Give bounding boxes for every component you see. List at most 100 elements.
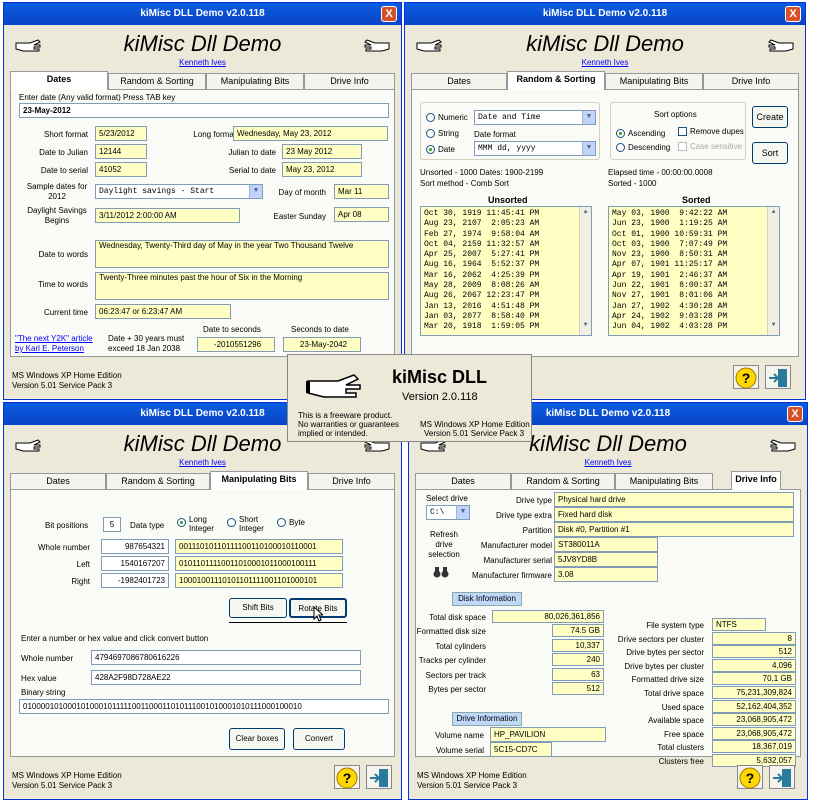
disk-info-header: Disk Information <box>452 592 522 606</box>
tab-dates[interactable]: Dates <box>415 473 511 489</box>
list-item[interactable]: Nov 27, 1901 8:01:06 AM <box>612 291 779 301</box>
disk-info-label: Formatted disk size <box>416 627 486 637</box>
list-item[interactable]: Oct 01, 1900 10:59:31 PM <box>612 230 779 240</box>
list-item[interactable]: Oct 30, 1919 11:45:41 PM <box>424 209 591 219</box>
tab-drive-info[interactable]: Drive Info <box>308 473 395 489</box>
tab-manipulating-bits[interactable]: Manipulating Bits <box>206 73 304 89</box>
type-select[interactable]: Date and Time ▼ <box>474 110 596 125</box>
list-item[interactable]: Mar 16, 2062 4:25:39 PM <box>424 271 591 281</box>
shift-bits-button[interactable]: Shift Bits <box>229 598 287 618</box>
file-system-value: NTFS <box>712 618 766 631</box>
exit-button[interactable] <box>769 765 795 789</box>
chevron-down-icon[interactable]: ▼ <box>249 185 262 198</box>
tab-drive-info[interactable]: Drive Info <box>731 471 781 490</box>
tab-manipulating-bits[interactable]: Manipulating Bits <box>210 471 308 490</box>
whole-number-2-input[interactable]: 4794697086780616226 <box>91 650 361 665</box>
peterson-link[interactable]: by Karl E. Peterson <box>15 344 84 353</box>
sample-dates-label: Sample dates for 2012 <box>26 182 88 201</box>
case-sensitive-checkbox[interactable] <box>678 142 687 151</box>
manufacturer-firmware-value: 3.08 <box>554 567 658 582</box>
list-item[interactable]: Apr 19, 1901 2:46:37 AM <box>612 271 779 281</box>
list-item[interactable]: Jan 03, 2077 8:58:40 PM <box>424 312 591 322</box>
list-item[interactable]: Aug 23, 2107 2:05:23 AM <box>424 219 591 229</box>
tab-random-sorting[interactable]: Random & Sorting <box>106 473 210 489</box>
tab-drive-info[interactable]: Drive Info <box>703 73 799 89</box>
radio-date[interactable] <box>426 145 435 154</box>
enter-date-input[interactable]: 23-May-2012 <box>19 103 389 118</box>
list-item[interactable]: Oct 03, 1900 7:07:49 PM <box>612 240 779 250</box>
remove-dupes-checkbox[interactable] <box>678 127 687 136</box>
convert-button[interactable]: Convert <box>293 728 345 750</box>
bit-positions-input[interactable]: 5 <box>103 517 121 532</box>
author-link[interactable]: Kenneth Ives <box>4 458 401 467</box>
version-label: Version 5.01 Service Pack 3 <box>417 781 518 790</box>
warning-line-2: exceed 18 Jan 2038 <box>108 344 181 353</box>
list-item[interactable]: Nov 23, 1900 8:50:31 AM <box>612 250 779 260</box>
help-button[interactable]: ? <box>737 765 763 789</box>
sample-dates-select[interactable]: Daylight savings - Start ▼ <box>95 184 263 199</box>
list-item[interactable]: Jan 27, 1902 4:30:28 AM <box>612 302 779 312</box>
tab-manipulating-bits[interactable]: Manipulating Bits <box>605 73 703 89</box>
chevron-down-icon[interactable]: ▼ <box>456 506 469 519</box>
author-link[interactable]: Kenneth Ives <box>4 58 401 67</box>
list-item[interactable]: Apr 07, 1901 11:25:17 AM <box>612 260 779 270</box>
unsorted-list[interactable]: Oct 30, 1919 11:45:41 PM Aug 23, 2107 2:0… <box>420 206 592 336</box>
list-item[interactable]: Apr 24, 1902 9:03:28 PM <box>612 312 779 322</box>
list-item[interactable]: May 03, 1900 9:42:22 AM <box>612 209 779 219</box>
drive-info-page: Select drive C:\ ▼ Refresh drive selectio… <box>415 489 801 767</box>
tab-random-sorting[interactable]: Random & Sorting <box>511 473 615 489</box>
radio-numeric[interactable] <box>426 113 435 122</box>
date-format-label: Date format <box>474 130 516 139</box>
list-item[interactable]: Feb 27, 1974 9:58:04 AM <box>424 230 591 240</box>
binary-string-input[interactable]: 0100001010001010001011111001100011010111… <box>19 699 389 714</box>
list-item[interactable]: Jun 22, 1901 8:00:37 AM <box>612 281 779 291</box>
radio-string[interactable] <box>426 129 435 138</box>
list-item[interactable]: Jan 13, 2016 4:51:48 PM <box>424 302 591 312</box>
sorted-list[interactable]: May 03, 1900 9:42:22 AM Jun 23, 1900 1:19… <box>608 206 780 336</box>
radio-ascending[interactable] <box>616 129 625 138</box>
list-item[interactable]: May 28, 2009 8:08:26 AM <box>424 281 591 291</box>
close-button[interactable]: X <box>787 406 803 422</box>
radio-byte[interactable] <box>277 518 286 527</box>
drive-select[interactable]: C:\ ▼ <box>426 505 470 520</box>
date-format-select[interactable]: MMM dd, yyyy ▼ <box>474 141 596 156</box>
help-button[interactable]: ? <box>334 765 360 789</box>
chevron-down-icon[interactable]: ▼ <box>582 142 595 155</box>
scrollbar[interactable]: ▲ ▼ <box>579 207 591 335</box>
tab-dates[interactable]: Dates <box>10 71 108 90</box>
chevron-down-icon[interactable]: ▼ <box>582 111 595 124</box>
author-link[interactable]: Kenneth Ives <box>405 58 805 67</box>
list-item[interactable]: Mar 20, 1918 1:59:05 PM <box>424 322 591 332</box>
create-button[interactable]: Create <box>752 106 788 128</box>
tab-manipulating-bits[interactable]: Manipulating Bits <box>615 473 713 489</box>
list-item[interactable]: Apr 25, 2007 5:27:41 PM <box>424 250 591 260</box>
help-button[interactable]: ? <box>733 365 759 389</box>
y2k-article-link[interactable]: "The next Y2K" article <box>15 334 93 343</box>
list-item[interactable]: Oct 04, 2159 11:32:57 AM <box>424 240 591 250</box>
title-bar[interactable]: kiMisc DLL Demo v2.0.118 X <box>405 3 805 25</box>
close-button[interactable]: X <box>381 6 397 22</box>
list-item[interactable]: Aug 16, 1964 5:52:37 PM <box>424 260 591 270</box>
tab-dates[interactable]: Dates <box>10 473 106 489</box>
whole-number-input[interactable]: 987654321 <box>101 539 169 554</box>
radio-descending[interactable] <box>616 143 625 152</box>
close-button[interactable]: X <box>785 6 801 22</box>
binoculars-icon[interactable] <box>432 566 450 578</box>
radio-short-integer[interactable] <box>227 518 236 527</box>
title-bar[interactable]: kiMisc DLL Demo v2.0.118 X <box>4 3 401 25</box>
clear-boxes-button[interactable]: Clear boxes <box>229 728 285 750</box>
list-item[interactable]: Aug 26, 2067 12:23:47 PM <box>424 291 591 301</box>
radio-long-integer[interactable] <box>177 518 186 527</box>
scrollbar[interactable]: ▲ ▼ <box>767 207 779 335</box>
sort-button[interactable]: Sort <box>752 142 788 164</box>
author-link[interactable]: Kenneth Ives <box>409 458 807 467</box>
list-item[interactable]: Jun 23, 1900 1:19:25 AM <box>612 219 779 229</box>
tab-drive-info[interactable]: Drive Info <box>304 73 395 89</box>
list-item[interactable]: Jun 04, 1902 4:03:28 PM <box>612 322 779 332</box>
exit-button[interactable] <box>765 365 791 389</box>
tab-dates[interactable]: Dates <box>411 73 507 89</box>
hex-value-input[interactable]: 428A2F98D728AE22 <box>91 670 361 685</box>
tab-random-sorting[interactable]: Random & Sorting <box>108 73 206 89</box>
exit-button[interactable] <box>366 765 392 789</box>
tab-random-sorting[interactable]: Random & Sorting <box>507 71 605 90</box>
